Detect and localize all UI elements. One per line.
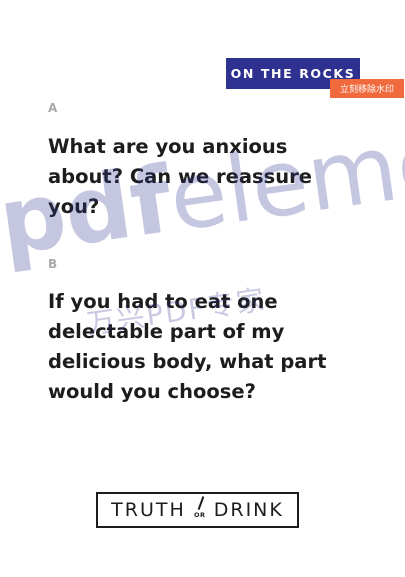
question-b-letter: B bbox=[48, 257, 58, 271]
question-a-letter: A bbox=[48, 101, 58, 115]
logo-word-drink: DRINK bbox=[213, 499, 284, 521]
truth-or-drink-logo: TRUTH OR DRINK bbox=[96, 492, 299, 528]
remove-watermark-button[interactable]: 立刻移除水印 bbox=[330, 79, 404, 98]
logo-word-truth: TRUTH bbox=[111, 499, 186, 521]
logo-or-mark: OR bbox=[188, 495, 212, 525]
question-b-text: If you had to eat one delectable part of… bbox=[48, 290, 327, 403]
question-a-text: What are you anxious about? Can we reass… bbox=[48, 135, 312, 218]
logo-or-text: OR bbox=[193, 510, 206, 519]
remove-watermark-label: 立刻移除水印 bbox=[339, 85, 394, 95]
logo-slash-icon bbox=[197, 496, 204, 510]
